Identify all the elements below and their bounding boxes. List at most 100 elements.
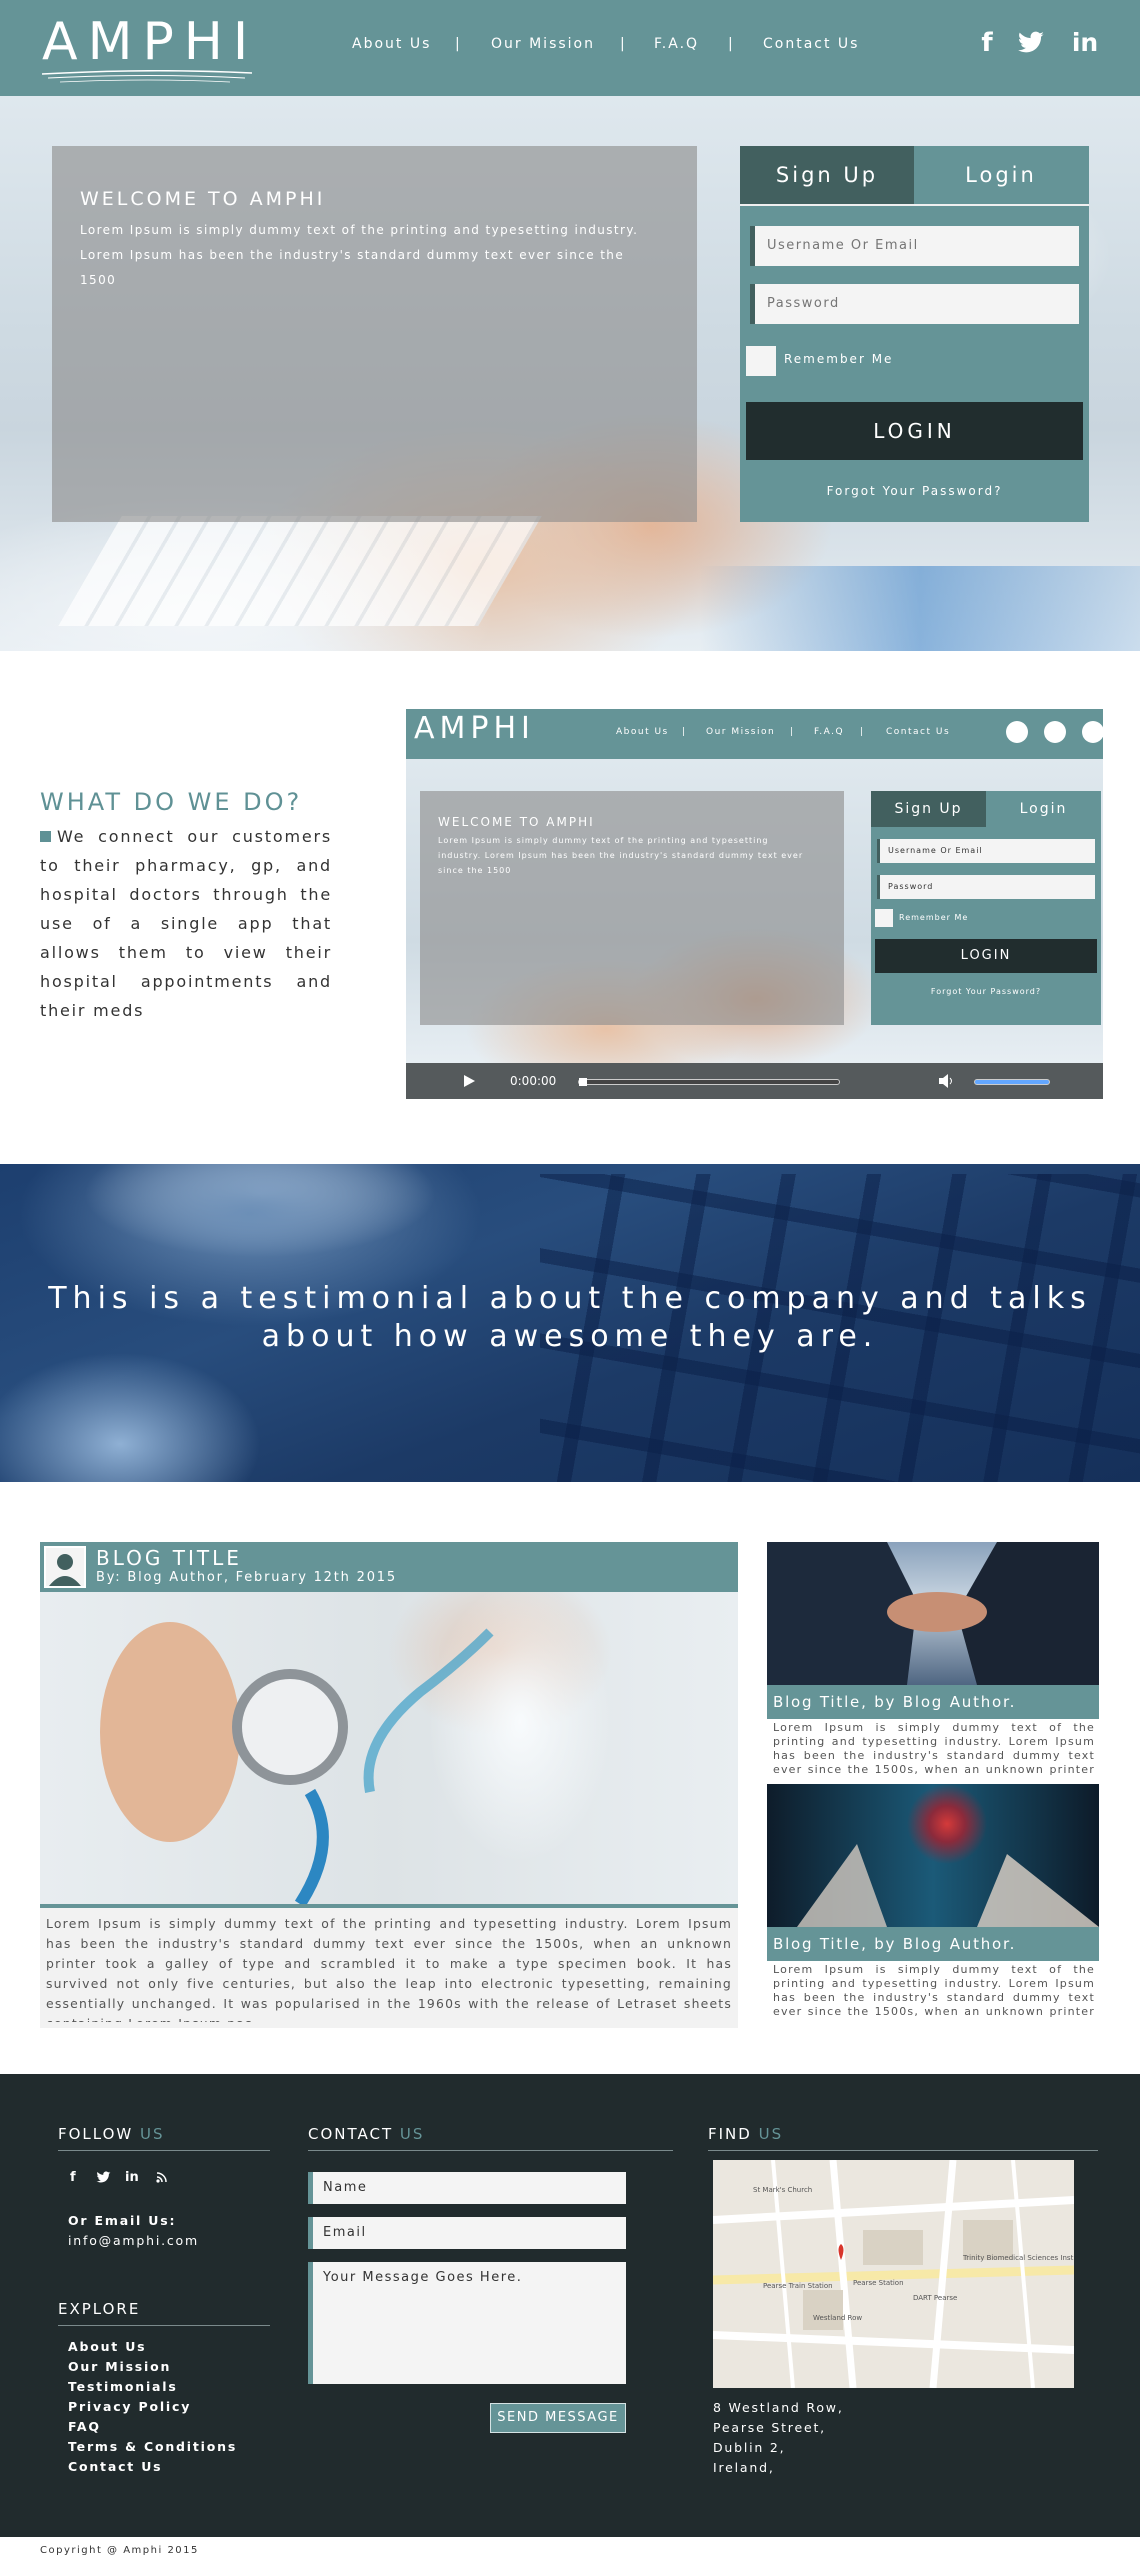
contact-email-field[interactable]: Email xyxy=(308,2217,626,2249)
author-avatar xyxy=(44,1546,86,1588)
user-icon xyxy=(49,1554,81,1586)
footer-divider xyxy=(308,2150,673,2151)
nav-faq[interactable]: F.A.Q xyxy=(654,36,699,52)
side-blog-title: Blog Title, by Blog Author. xyxy=(767,1927,1099,1961)
footer-link-faq[interactable]: FAQ xyxy=(68,2419,101,2434)
logo-swoosh-icon xyxy=(41,70,253,83)
what-we-do-text: We connect our customers to their pharma… xyxy=(40,822,332,1025)
linkedin-icon[interactable]: in xyxy=(1068,26,1102,60)
blog-main-post[interactable]: BLOG TITLE By: Blog Author, February 12t… xyxy=(40,1542,738,2028)
video-login-button: LOGIN xyxy=(875,939,1097,973)
video-nav-about: About Us xyxy=(616,727,669,737)
email-link[interactable]: info@amphi.com xyxy=(68,2233,199,2248)
remember-me-checkbox[interactable] xyxy=(746,346,776,376)
forgot-password-link[interactable]: Forgot Your Password? xyxy=(740,484,1089,498)
footer-divider xyxy=(58,2150,270,2151)
rss-icon[interactable] xyxy=(156,2172,167,2183)
nav-contact-us[interactable]: Contact Us xyxy=(763,36,859,52)
login-button[interactable]: LOGIN xyxy=(746,402,1083,460)
side-blog-title: Blog Title, by Blog Author. xyxy=(767,1685,1099,1719)
video-social-dot xyxy=(1082,721,1103,743)
tab-sign-up[interactable]: Sign Up xyxy=(740,146,914,204)
follow-us-accent: US xyxy=(140,2125,165,2143)
linkedin-icon[interactable]: in xyxy=(125,2170,139,2185)
video-player[interactable]: AMPHI About Us | Our Mission | F.A.Q | C… xyxy=(406,709,1103,1099)
login-panel: Sign Up Login Remember Me LOGIN Forgot Y… xyxy=(740,146,1089,522)
volume-icon[interactable] xyxy=(938,1073,956,1089)
find-us-heading: FIND US xyxy=(708,2125,783,2143)
video-nav-contact: Contact Us xyxy=(886,727,951,737)
location-map[interactable]: St Mark's Church Trinity Biomedical Scie… xyxy=(713,2160,1074,2388)
facebook-icon[interactable]: f xyxy=(970,26,1004,60)
play-icon[interactable] xyxy=(462,1074,476,1088)
video-forgot-link: Forgot Your Password? xyxy=(930,987,1042,996)
explore-heading: EXPLORE xyxy=(58,2300,141,2318)
contact-name-field[interactable]: Name xyxy=(308,2172,626,2204)
follow-label: FOLLOW xyxy=(58,2125,134,2143)
video-progress-bar[interactable] xyxy=(578,1078,840,1086)
twitter-icon[interactable] xyxy=(96,2171,111,2184)
video-progress-handle[interactable] xyxy=(579,1078,587,1086)
address-line: Pearse Street, xyxy=(713,2420,826,2435)
address-line: Dublin 2, xyxy=(713,2440,786,2455)
footer-link-testimonials[interactable]: Testimonials xyxy=(68,2379,178,2394)
video-tab-login: Login xyxy=(1019,801,1068,817)
blog-side-post-2[interactable]: Blog Title, by Blog Author. Lorem Ipsum … xyxy=(767,1784,1099,2020)
footer-link-terms[interactable]: Terms & Conditions xyxy=(68,2439,237,2454)
nav-about-us[interactable]: About Us xyxy=(352,36,431,52)
video-controls: 0:00:00 xyxy=(406,1063,1103,1099)
testimonial-text: This is a testimonial about the company … xyxy=(48,1281,1092,1354)
footer-link-about-us[interactable]: About Us xyxy=(68,2339,146,2354)
footer-link-our-mission[interactable]: Our Mission xyxy=(68,2359,171,2374)
password-field[interactable] xyxy=(750,284,1079,324)
footer-divider xyxy=(58,2325,270,2326)
logo[interactable]: AMPHI xyxy=(40,12,259,83)
volume-slider[interactable] xyxy=(974,1079,1050,1085)
handshake-image xyxy=(767,1542,1099,1685)
video-login-panel: Sign Up Login Username Or Email Password… xyxy=(871,791,1101,1025)
video-logo-text: AMPHI xyxy=(414,711,535,746)
video-username-field: Username Or Email xyxy=(877,839,1095,863)
map-label: DART Pearse xyxy=(913,2294,957,2302)
username-field[interactable] xyxy=(750,226,1079,266)
bullet-square-icon xyxy=(40,831,51,842)
send-message-button[interactable]: SEND MESSAGE xyxy=(490,2403,626,2433)
blog-meta: By: Blog Author, February 12th 2015 xyxy=(96,1570,397,1585)
nav-separator: | xyxy=(728,36,733,52)
video-welcome-title: WELCOME TO AMPHI xyxy=(438,815,595,829)
blog-header: BLOG TITLE By: Blog Author, February 12t… xyxy=(40,1542,738,1592)
map-label: Trinity Biomedical Sciences Institute xyxy=(962,2254,1074,2262)
nav-separator: | xyxy=(455,36,460,52)
find-us-accent: US xyxy=(758,2125,784,2143)
email-label: Or Email Us: xyxy=(68,2213,177,2228)
nav-our-mission[interactable]: Our Mission xyxy=(491,36,595,52)
welcome-title: WELCOME TO AMPHI xyxy=(80,188,326,210)
find-label: FIND xyxy=(708,2125,752,2143)
logo-text: AMPHI xyxy=(42,12,259,72)
xray-image xyxy=(767,1784,1099,1927)
blog-side-post-1[interactable]: Blog Title, by Blog Author. Lorem Ipsum … xyxy=(767,1542,1099,1778)
footer-divider xyxy=(708,2150,1098,2151)
video-time: 0:00:00 xyxy=(510,1074,557,1088)
contact-us-accent: US xyxy=(399,2125,425,2143)
facebook-icon[interactable]: f xyxy=(70,2170,76,2185)
nav-separator: | xyxy=(620,36,625,52)
tab-login[interactable]: Login xyxy=(914,146,1088,204)
footer-link-privacy-policy[interactable]: Privacy Policy xyxy=(68,2399,191,2414)
blog-divider xyxy=(40,1904,738,1908)
video-nav-mission: Our Mission xyxy=(706,727,776,737)
tab-divider xyxy=(740,204,1089,206)
video-header: AMPHI About Us | Our Mission | F.A.Q | C… xyxy=(406,709,1103,759)
contact-message-field[interactable]: Your Message Goes Here. xyxy=(308,2262,626,2384)
what-we-do-body: We connect our customers to their pharma… xyxy=(40,827,332,1020)
hero-background-image xyxy=(700,566,1140,651)
what-we-do-title: WHAT DO WE DO? xyxy=(40,788,303,816)
twitter-icon[interactable] xyxy=(1014,26,1048,60)
video-nav-separator: | xyxy=(790,727,795,737)
address-line: Ireland, xyxy=(713,2460,775,2475)
welcome-text: Lorem Ipsum is simply dummy text of the … xyxy=(80,223,639,287)
video-nav-separator: | xyxy=(860,727,865,737)
footer-link-contact-us[interactable]: Contact Us xyxy=(68,2459,162,2474)
remember-me-label: Remember Me xyxy=(784,352,894,366)
hero-keyboard-image xyxy=(58,516,542,626)
